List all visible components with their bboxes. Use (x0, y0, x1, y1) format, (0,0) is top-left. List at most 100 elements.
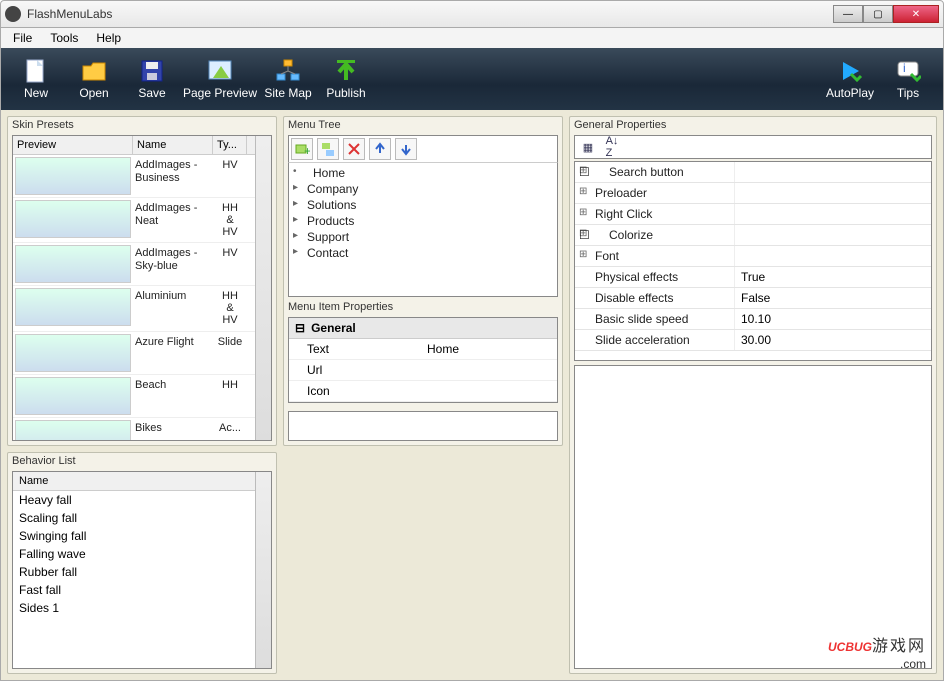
maximize-button[interactable]: ▢ (863, 5, 893, 23)
prop-value[interactable] (735, 225, 931, 245)
behavior-item[interactable]: Scaling fall (13, 509, 271, 527)
skin-name: AddImages - Business (133, 155, 213, 197)
prop-value[interactable]: True (735, 267, 931, 287)
prop-value[interactable]: 30.00 (735, 330, 931, 350)
tree-node[interactable]: Home (293, 165, 553, 181)
menu-item-props-grid[interactable]: ⊟General TextHomeUrlIcon (288, 317, 558, 403)
skin-row[interactable]: Aluminium HH&HV (13, 286, 271, 331)
minimize-button[interactable]: — (833, 5, 863, 23)
behavior-item[interactable]: Fast fall (13, 581, 271, 599)
sitemap-icon (275, 58, 301, 84)
property-row[interactable]: Physical effectsTrue (575, 267, 931, 288)
skin-row[interactable]: AddImages - Neat HH&HV (13, 198, 271, 243)
property-row[interactable]: Url (289, 360, 557, 381)
property-row[interactable]: Search button (575, 162, 931, 183)
behavior-list-header[interactable]: Name (13, 472, 271, 491)
tips-icon: i (895, 58, 921, 84)
save-button[interactable]: Save (123, 52, 181, 106)
add-node-button[interactable]: + (291, 138, 313, 160)
tree-toolbar: + (288, 135, 558, 163)
behavior-list[interactable]: Name Heavy fallScaling fallSwinging fall… (12, 471, 272, 669)
new-button[interactable]: New (7, 52, 65, 106)
col-name[interactable]: Name (133, 136, 213, 154)
prop-value[interactable]: Home (409, 339, 557, 359)
scrollbar[interactable] (255, 136, 271, 440)
tree-node[interactable]: Company (293, 181, 553, 197)
sitemap-button[interactable]: Site Map (259, 52, 317, 106)
page-preview-button[interactable]: Page Preview (181, 52, 259, 106)
menu-item-props-description (288, 411, 558, 441)
property-row[interactable]: Icon (289, 381, 557, 402)
skin-thumbnail (15, 334, 131, 372)
property-row[interactable]: Preloader (575, 183, 931, 204)
menu-tree-title: Menu Tree (284, 117, 562, 133)
property-row[interactable]: Basic slide speed10.10 (575, 309, 931, 330)
skin-row[interactable]: Bikes Ac... (13, 418, 271, 441)
behavior-item[interactable]: Sides 1 (13, 599, 271, 617)
alphabetical-button[interactable]: A↓Z (603, 138, 621, 156)
prop-value[interactable] (409, 360, 557, 380)
skin-thumbnail (15, 245, 131, 283)
behavior-item[interactable]: Swinging fall (13, 527, 271, 545)
categorized-button[interactable]: ▦ (579, 138, 597, 156)
floppy-save-icon (139, 58, 165, 84)
prop-value[interactable] (735, 246, 931, 266)
behavior-item[interactable]: Heavy fall (13, 491, 271, 509)
tree-node[interactable]: Products (293, 213, 553, 229)
behavior-item[interactable]: Falling wave (13, 545, 271, 563)
move-down-button[interactable] (395, 138, 417, 160)
tips-button[interactable]: i Tips (879, 52, 937, 106)
skin-name: Aluminium (133, 286, 213, 330)
property-row[interactable]: TextHome (289, 339, 557, 360)
tree-node[interactable]: Solutions (293, 197, 553, 213)
property-row[interactable]: Disable effectsFalse (575, 288, 931, 309)
menubar: File Tools Help (0, 28, 944, 48)
skin-presets-panel: Skin Presets Preview Name Ty... AddImage… (7, 116, 277, 446)
window-title: FlashMenuLabs (27, 7, 833, 21)
add-child-button[interactable] (317, 138, 339, 160)
behavior-item[interactable]: Rubber fall (13, 563, 271, 581)
move-up-button[interactable] (369, 138, 391, 160)
menu-file[interactable]: File (5, 29, 40, 47)
open-button[interactable]: Open (65, 52, 123, 106)
property-row[interactable]: Colorize (575, 225, 931, 246)
property-row[interactable]: Right Click (575, 204, 931, 225)
menu-tree-list[interactable]: HomeCompanySolutionsProductsSupportConta… (288, 163, 558, 297)
property-row[interactable]: Slide acceleration30.00 (575, 330, 931, 351)
prop-value[interactable]: False (735, 288, 931, 308)
tips-label: Tips (897, 86, 919, 100)
tree-node[interactable]: Contact (293, 245, 553, 261)
prop-value[interactable] (735, 204, 931, 224)
autoplay-button[interactable]: AutoPlay (821, 52, 879, 106)
tree-node[interactable]: Support (293, 229, 553, 245)
scrollbar[interactable] (255, 472, 271, 668)
folder-open-icon (81, 58, 107, 84)
skin-name: Bikes (133, 418, 213, 441)
skin-presets-grid[interactable]: Preview Name Ty... AddImages - Business … (12, 135, 272, 441)
svg-text:+: + (304, 144, 310, 157)
prop-value[interactable] (735, 183, 931, 203)
prop-value[interactable] (735, 162, 931, 182)
skin-row[interactable]: AddImages - Business HV (13, 155, 271, 198)
prop-key: Basic slide speed (575, 309, 735, 329)
skin-row[interactable]: AddImages - Sky-blue HV (13, 243, 271, 286)
main-toolbar: New Open Save Page Preview Site Map Publ… (0, 48, 944, 110)
general-properties-grid[interactable]: Search buttonPreloaderRight ClickColoriz… (574, 161, 932, 361)
delete-node-button[interactable] (343, 138, 365, 160)
publish-button[interactable]: Publish (317, 52, 375, 106)
skin-row[interactable]: Beach HH (13, 375, 271, 418)
skin-row[interactable]: Azure Flight Slide (13, 332, 271, 375)
menu-item-props-group[interactable]: ⊟General (289, 318, 557, 339)
prop-key: Slide acceleration (575, 330, 735, 350)
property-row[interactable]: Font (575, 246, 931, 267)
skin-name: Beach (133, 375, 213, 417)
skin-type: HH&HV (213, 198, 247, 242)
menu-help[interactable]: Help (88, 29, 129, 47)
close-button[interactable]: ✕ (893, 5, 939, 23)
col-preview[interactable]: Preview (13, 136, 133, 154)
menu-tools[interactable]: Tools (42, 29, 86, 47)
sitemap-label: Site Map (264, 86, 311, 100)
prop-value[interactable]: 10.10 (735, 309, 931, 329)
prop-value[interactable] (409, 381, 557, 401)
col-type[interactable]: Ty... (213, 136, 247, 154)
